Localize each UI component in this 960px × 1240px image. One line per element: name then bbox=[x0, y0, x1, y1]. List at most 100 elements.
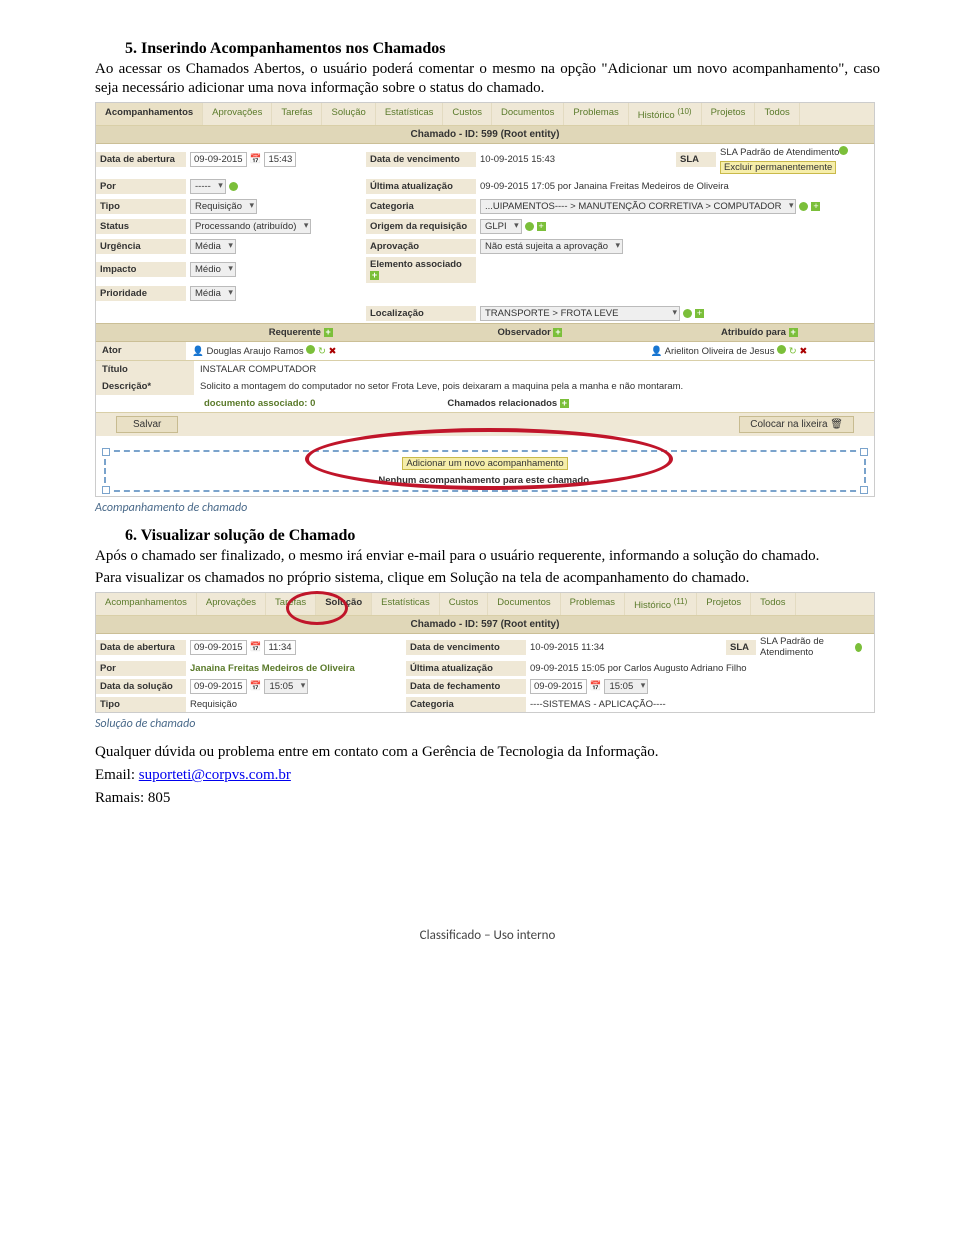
origem-select[interactable]: GLPI bbox=[480, 219, 522, 234]
add-icon[interactable]: + bbox=[537, 222, 546, 231]
tab2-aprovacoes[interactable]: Aprovações bbox=[197, 593, 266, 615]
doc-associado-link[interactable]: documento associado: 0 bbox=[198, 395, 321, 412]
tipo-select[interactable]: Requisição bbox=[190, 199, 257, 214]
tab-tarefas[interactable]: Tarefas bbox=[272, 103, 322, 125]
open-date-input-2[interactable]: 09-09-2015 bbox=[190, 640, 247, 655]
sla-delete-link[interactable]: Excluir permanentemente bbox=[720, 161, 836, 174]
tab-historico-count: (10) bbox=[677, 107, 691, 116]
trash-icon: 🗑 bbox=[830, 419, 843, 430]
person-icon: 👤 bbox=[192, 346, 204, 357]
caption-2: Solução de chamado bbox=[95, 717, 880, 731]
tab-custos[interactable]: Custos bbox=[443, 103, 492, 125]
close-time-select[interactable]: 15:05 bbox=[604, 679, 648, 694]
add-icon[interactable]: + bbox=[553, 328, 562, 337]
tab2-problemas[interactable]: Problemas bbox=[561, 593, 625, 615]
lbl-categoria: Categoria bbox=[366, 199, 476, 214]
tabs-row-2: Acompanhamentos Aprovações Tarefas Soluç… bbox=[96, 593, 874, 616]
requerente-label: Requerente bbox=[269, 327, 321, 338]
tab-projetos[interactable]: Projetos bbox=[702, 103, 756, 125]
lbl2-last-update: Última atualização bbox=[406, 661, 526, 676]
atribuido-name: Arieliton Oliveira de Jesus bbox=[665, 346, 775, 357]
localizacao-select[interactable]: TRANSPORTE > FROTA LEVE bbox=[480, 306, 680, 321]
trash-button[interactable]: Colocar na lixeira 🗑 bbox=[739, 416, 854, 433]
calendar-icon[interactable]: 📅 bbox=[590, 681, 602, 692]
categoria-select[interactable]: ...UIPAMENTOS---- > MANUTENÇÃO CORRETIVA… bbox=[480, 199, 796, 214]
tab-acompanhamentos[interactable]: Acompanhamentos bbox=[96, 103, 203, 125]
calendar-icon[interactable]: 📅 bbox=[250, 154, 262, 165]
sla-dot-icon bbox=[839, 146, 848, 155]
add-icon[interactable]: + bbox=[324, 328, 333, 337]
tab2-custos[interactable]: Custos bbox=[440, 593, 489, 615]
add-icon[interactable]: + bbox=[789, 328, 798, 337]
section6-para2: Para visualizar os chamados no próprio s… bbox=[95, 569, 880, 588]
delete-icon[interactable]: ✖ bbox=[799, 346, 807, 357]
add-icon[interactable]: + bbox=[811, 202, 820, 211]
tab2-historico[interactable]: Histórico (11) bbox=[625, 593, 697, 615]
open-time-input-2[interactable]: 11:34 bbox=[264, 640, 295, 655]
lbl-aprovacao: Aprovação bbox=[366, 239, 476, 254]
sol-date-input[interactable]: 09-09-2015 bbox=[190, 679, 247, 694]
tab2-projetos[interactable]: Projetos bbox=[697, 593, 751, 615]
tab-solucao[interactable]: Solução bbox=[322, 103, 375, 125]
lbl-sla: SLA bbox=[676, 152, 716, 167]
dot-icon bbox=[799, 202, 808, 211]
tab-documentos[interactable]: Documentos bbox=[492, 103, 564, 125]
aprovacao-select[interactable]: Não está sujeita a aprovação bbox=[480, 239, 623, 254]
person-icon: 👤 bbox=[651, 346, 663, 357]
due-date-val: 10-09-2015 15:43 bbox=[476, 152, 676, 167]
lbl-origem: Origem da requisição bbox=[366, 219, 476, 234]
delete-icon[interactable]: ✖ bbox=[329, 346, 337, 357]
closing-email: Email: suporteti@corpvs.com.br bbox=[95, 766, 880, 785]
caption-1: Acompanhamento de chamado bbox=[95, 501, 880, 515]
por-select[interactable]: ----- bbox=[190, 179, 226, 194]
tab-historico[interactable]: Histórico (10) bbox=[629, 103, 702, 125]
email-link[interactable]: suporteti@corpvs.com.br bbox=[139, 767, 291, 783]
tab2-documentos[interactable]: Documentos bbox=[488, 593, 560, 615]
add-icon[interactable]: + bbox=[560, 399, 569, 408]
tab2-todos[interactable]: Todos bbox=[751, 593, 795, 615]
save-button[interactable]: Salvar bbox=[116, 416, 178, 433]
tabs-row-1: Acompanhamentos Aprovações Tarefas Soluç… bbox=[96, 103, 874, 126]
section5-para: Ao acessar os Chamados Abertos, o usuári… bbox=[95, 60, 880, 98]
tab2-acompanhamentos[interactable]: Acompanhamentos bbox=[96, 593, 197, 615]
titulo-val: INSTALAR COMPUTADOR bbox=[194, 361, 874, 378]
tab-todos[interactable]: Todos bbox=[755, 103, 799, 125]
lbl-localizacao: Localização bbox=[366, 306, 476, 321]
prioridade-select[interactable]: Média bbox=[190, 286, 236, 301]
close-date-input[interactable]: 09-09-2015 bbox=[530, 679, 587, 694]
dot-icon bbox=[777, 345, 786, 354]
ticket-header-2: Chamado - ID: 597 (Root entity) bbox=[96, 616, 874, 634]
add-icon[interactable]: + bbox=[370, 271, 379, 280]
lbl2-por: Por bbox=[96, 661, 186, 676]
calendar-icon[interactable]: 📅 bbox=[250, 642, 262, 653]
sol-time-select[interactable]: 15:05 bbox=[264, 679, 308, 694]
por-val-2[interactable]: Janaina Freitas Medeiros de Oliveira bbox=[186, 661, 406, 676]
impacto-select[interactable]: Médio bbox=[190, 262, 236, 277]
related-label: Chamados relacionados bbox=[447, 398, 557, 409]
ticket-fields-2: Data de abertura 09-09-2015 📅 11:34 Data… bbox=[96, 634, 874, 712]
urgencia-select[interactable]: Média bbox=[190, 239, 236, 254]
tab2-estatisticas[interactable]: Estatísticas bbox=[372, 593, 440, 615]
calendar-icon[interactable]: 📅 bbox=[250, 681, 262, 692]
lbl-open-date: Data de abertura bbox=[96, 152, 186, 167]
last-update-val-2: 09-09-2015 15:05 por Carlos Augusto Adri… bbox=[526, 661, 866, 676]
tab-problemas[interactable]: Problemas bbox=[564, 103, 628, 125]
ticket-fields-1: Data de abertura 09-09-2015 📅 15:43 Data… bbox=[96, 144, 874, 323]
tab-estatisticas[interactable]: Estatísticas bbox=[376, 103, 444, 125]
lbl-descricao: Descrição* bbox=[96, 378, 194, 395]
sla-val-2: SLA Padrão de Atendimento bbox=[756, 634, 866, 660]
lbl-due-date: Data de vencimento bbox=[366, 152, 476, 167]
section6-para1: Após o chamado ser finalizado, o mesmo i… bbox=[95, 547, 880, 566]
observador-label: Observador bbox=[498, 327, 551, 338]
open-time-input[interactable]: 15:43 bbox=[264, 152, 296, 167]
red-circle-annotation bbox=[286, 591, 348, 625]
reload-icon[interactable]: ↻ bbox=[318, 346, 326, 357]
lbl-ator: Ator bbox=[96, 342, 186, 360]
tab-aprovacoes[interactable]: Aprovações bbox=[203, 103, 272, 125]
section5-heading: 5. Inserindo Acompanhamentos nos Chamado… bbox=[125, 40, 880, 58]
lbl-urgencia: Urgência bbox=[96, 239, 186, 254]
reload-icon[interactable]: ↻ bbox=[789, 346, 797, 357]
open-date-input[interactable]: 09-09-2015 bbox=[190, 152, 247, 167]
add-icon[interactable]: + bbox=[695, 309, 704, 318]
status-select[interactable]: Processando (atribuído) bbox=[190, 219, 311, 234]
